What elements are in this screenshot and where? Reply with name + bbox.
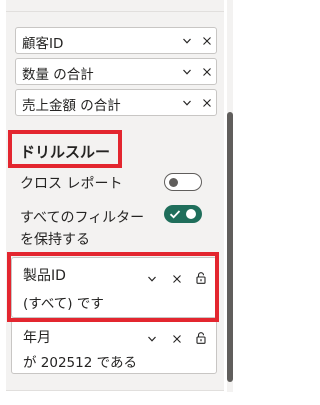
chevron-down-icon[interactable] — [183, 99, 191, 107]
filter-name: 年月 — [23, 330, 51, 346]
top-divider — [6, 11, 224, 12]
field-card-sales-amount-sum[interactable]: 売上金額 の合計 — [15, 89, 217, 116]
field-card-customer-id[interactable]: 顧客ID — [15, 27, 217, 54]
unlock-icon[interactable] — [196, 272, 206, 284]
cross-report-label: クロス レポート — [20, 176, 123, 192]
field-label: 顧客ID — [22, 36, 64, 52]
filter-name: 製品ID — [23, 268, 66, 284]
bottom-divider — [6, 390, 224, 391]
close-icon[interactable] — [203, 68, 211, 76]
field-label: 数量 の合計 — [22, 67, 94, 83]
checkmark-icon — [169, 210, 181, 219]
close-icon[interactable] — [203, 99, 211, 107]
chevron-down-icon[interactable] — [148, 335, 156, 343]
keep-all-filters-label-line2: を保持する — [20, 232, 90, 248]
chevron-down-icon[interactable] — [148, 275, 156, 283]
keep-all-filters-toggle[interactable] — [164, 205, 202, 223]
field-card-quantity-sum[interactable]: 数量 の合計 — [15, 58, 217, 85]
toggle-knob — [186, 209, 196, 219]
drillthrough-pane: 顧客ID 数量 の合計 売上金額 の合計 ドリルスルー クロス レポート すべて… — [0, 0, 241, 405]
close-icon[interactable] — [173, 335, 181, 343]
cross-report-toggle[interactable] — [164, 173, 202, 191]
chevron-down-icon[interactable] — [183, 68, 191, 76]
close-icon[interactable] — [203, 37, 211, 45]
toggle-knob — [169, 177, 178, 187]
field-label: 売上金額 の合計 — [22, 98, 121, 114]
section-title-text: ドリルスルー — [20, 143, 111, 161]
drillthrough-section-title: ドリルスルー — [8, 130, 122, 168]
filter-value: が 202512 である — [23, 355, 137, 371]
close-icon[interactable] — [173, 275, 181, 283]
filter-value: (すべて) です — [23, 296, 104, 312]
chevron-down-icon[interactable] — [183, 37, 191, 45]
keep-all-filters-label-line1: すべてのフィルター — [20, 210, 145, 226]
unlock-icon[interactable] — [196, 332, 206, 344]
filter-card-year-month[interactable]: 年月 が 202512 である — [11, 320, 217, 374]
scrollbar-thumb[interactable] — [227, 112, 233, 382]
filter-card-product-id[interactable]: 製品ID (すべて) です — [11, 257, 217, 318]
